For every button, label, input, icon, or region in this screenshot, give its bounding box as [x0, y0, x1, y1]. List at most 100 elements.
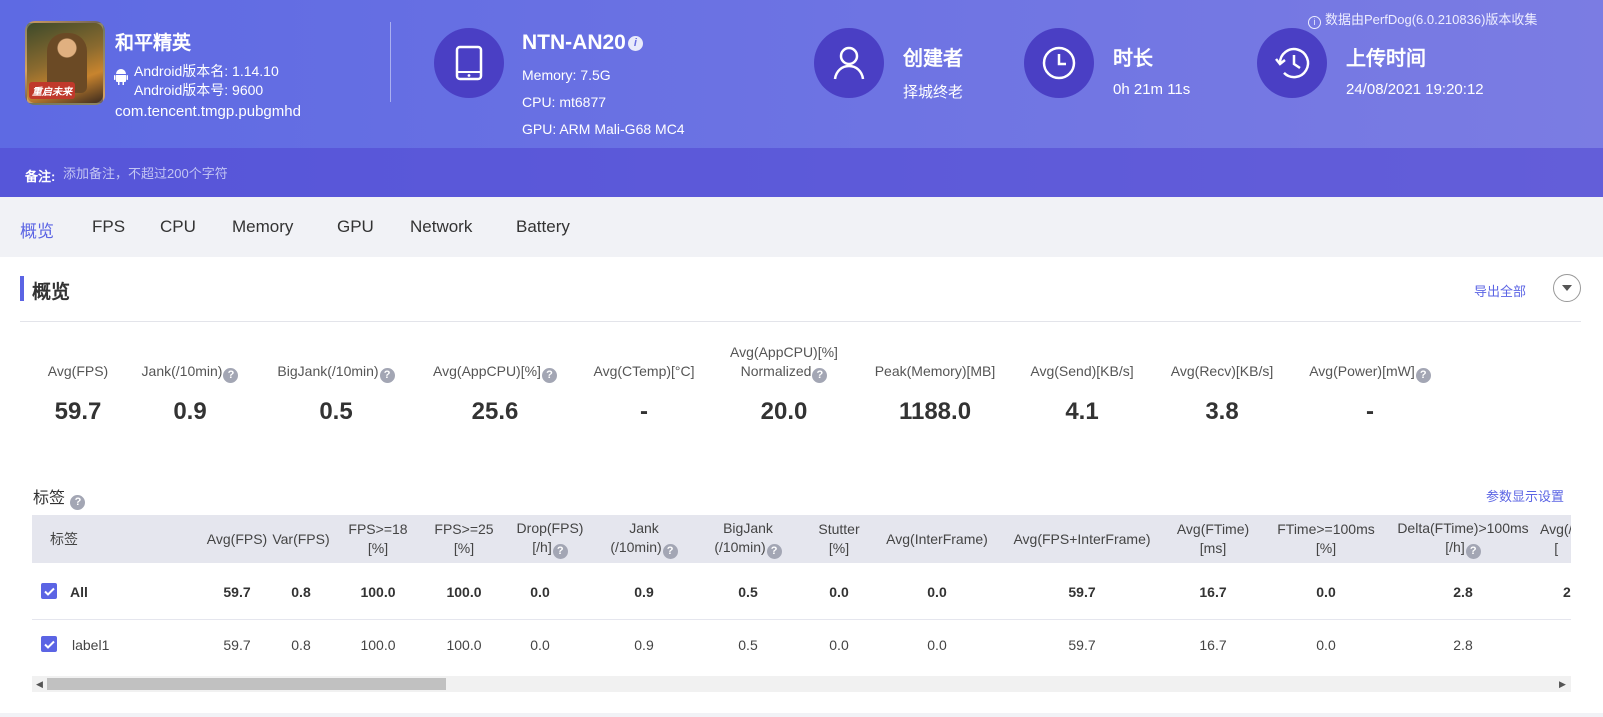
cell: 0.0	[829, 637, 849, 653]
upload-title: 上传时间	[1346, 48, 1426, 70]
help-icon[interactable]: ?	[1415, 368, 1431, 383]
table-row-all[interactable]: All 59.7 0.8 100.0 100.0 0.0 0.9 0.5 0.0…	[32, 563, 1571, 620]
help-icon[interactable]: ?	[552, 544, 568, 559]
table-header: 标签 Avg(FPS) Var(FPS) FPS>=18 [%] FPS>=25[…	[32, 515, 1571, 563]
header-divider	[390, 22, 391, 102]
help-icon[interactable]: ?	[662, 544, 678, 559]
collapse-button[interactable]	[1553, 274, 1581, 302]
source-note: i 数据由PerfDog(6.0.210836)版本收集	[1308, 9, 1537, 29]
device-memory: Memory: 7.5G	[522, 67, 611, 83]
help-icon[interactable]: ?	[379, 368, 395, 383]
cell-label: label1	[72, 637, 110, 653]
device-gpu: GPU: ARM Mali-G68 MC4	[522, 121, 685, 137]
cell: 0.9	[634, 583, 654, 600]
cell: 2.8	[1453, 637, 1473, 653]
stat-label-appcpu-normalized-line1: Avg(AppCPU)[%]	[730, 344, 838, 360]
horizontal-scrollbar[interactable]: ◀ ▶	[32, 676, 1571, 692]
cell: 0.9	[634, 637, 654, 653]
phone-icon	[434, 28, 504, 98]
report-header: 重启未来 和平精英 Android版本名: 1.14.10 Android版本号…	[0, 0, 1603, 197]
cell: 100.0	[360, 583, 396, 600]
cell: 0.0	[530, 583, 550, 600]
app-icon-tag: 重启未来	[29, 82, 75, 99]
user-icon	[814, 28, 884, 98]
note-label: 备注:	[25, 169, 56, 184]
check-icon	[43, 587, 55, 596]
device-cpu: CPU: mt6877	[522, 94, 607, 110]
cell: 0.0	[927, 583, 947, 600]
section-divider	[20, 321, 1581, 322]
duration-title: 时长	[1113, 48, 1153, 70]
col-fps-18: FPS>=18 [%]	[348, 521, 408, 556]
col-stutter: Stutter [%]	[818, 521, 860, 556]
stat-label-avg-power: Avg(Power)[mW]?	[1280, 362, 1460, 383]
help-icon[interactable]: ?	[70, 495, 86, 510]
display-settings-link[interactable]: 参数显示设置	[1486, 486, 1564, 505]
col-avg-interframe: Avg(InterFrame)	[886, 530, 988, 547]
stat-value-avg-power: -	[1366, 398, 1374, 425]
cell: 16.7	[1199, 637, 1227, 653]
section-accent-bar	[20, 276, 24, 301]
col-label: 标签	[50, 530, 78, 547]
col-fps-25: FPS>=25 [%]	[434, 521, 494, 556]
col-bigjank: BigJank (/10min)?	[696, 515, 800, 563]
scroll-right-icon[interactable]: ▶	[1559, 679, 1566, 690]
cell: 0.0	[1316, 637, 1336, 653]
duration-value: 0h 21m 11s	[1113, 81, 1191, 98]
tab-battery[interactable]: Battery	[516, 217, 570, 237]
device-info-icon[interactable]: i	[627, 35, 643, 51]
cell: 0.0	[1316, 583, 1336, 600]
col-drop-fps: Drop(FPS) [/h]?	[516, 520, 584, 559]
tab-gpu[interactable]: GPU	[337, 217, 374, 237]
col-avg-fps: Avg(FPS)	[206, 530, 268, 547]
section-title: 概览	[32, 282, 71, 303]
col-delta-ftime: Delta(FTime)>100ms [/h]?	[1397, 520, 1529, 559]
upload-value: 24/08/2021 19:20:12	[1346, 81, 1484, 98]
help-icon[interactable]: ?	[766, 544, 782, 559]
tab-network[interactable]: Network	[410, 217, 472, 237]
cell: 0.5	[738, 583, 758, 600]
note-input[interactable]	[63, 162, 463, 184]
clock-icon	[1024, 28, 1094, 98]
cell: 59.7	[1068, 637, 1096, 653]
scrollbar-thumb[interactable]	[47, 678, 446, 690]
android-icon	[114, 69, 128, 88]
cell: 0.0	[829, 583, 849, 600]
scroll-left-icon[interactable]: ◀	[36, 679, 43, 690]
cell: 2	[1563, 583, 1571, 600]
col-var-fps: Var(FPS)	[272, 530, 330, 547]
cell: 0.0	[530, 637, 550, 653]
cell: 59.7	[223, 637, 251, 653]
device-name: NTN-AN20 i	[522, 31, 643, 55]
row-checkbox-label1[interactable]	[41, 636, 57, 652]
tab-memory[interactable]: Memory	[232, 217, 293, 237]
stat-label-bigjank: BigJank(/10min)?	[246, 362, 426, 383]
app-icon: 重启未来	[25, 21, 105, 105]
col-avg-ftime: Avg(FTime) [ms]	[1176, 521, 1250, 556]
app-version-name: Android版本名: 1.14.10	[134, 63, 279, 79]
tab-overview[interactable]: 概览	[20, 217, 54, 242]
app-version-code: Android版本号: 9600	[134, 82, 264, 98]
cell: 100.0	[446, 583, 482, 600]
export-all-link[interactable]: 导出全部	[1474, 281, 1526, 300]
cell: 0.0	[927, 637, 947, 653]
cell-label: All	[70, 583, 88, 600]
col-avg-truncated: Avg(/[	[1540, 521, 1571, 556]
col-ftime-100: FTime>=100ms [%]	[1277, 521, 1375, 556]
cell: 0.8	[291, 583, 311, 600]
tab-cpu[interactable]: CPU	[160, 217, 196, 237]
check-icon	[43, 640, 55, 649]
cell: 100.0	[446, 637, 482, 653]
tab-fps[interactable]: FPS	[92, 217, 125, 237]
creator-title: 创建者	[903, 48, 963, 70]
help-icon[interactable]: ?	[1465, 544, 1481, 559]
history-icon	[1257, 28, 1327, 98]
help-icon[interactable]: ?	[223, 368, 239, 383]
help-icon[interactable]: ?	[812, 368, 828, 383]
col-jank: Jank (/10min)?	[592, 515, 696, 563]
creator-value: 择城终老	[903, 84, 964, 101]
row-checkbox-all[interactable]	[41, 583, 57, 599]
table-row-label1[interactable]: label1 59.7 0.8 100.0 100.0 0.0 0.9 0.5 …	[32, 620, 1571, 677]
info-icon: i	[1308, 16, 1321, 29]
cell: 100.0	[360, 637, 396, 653]
